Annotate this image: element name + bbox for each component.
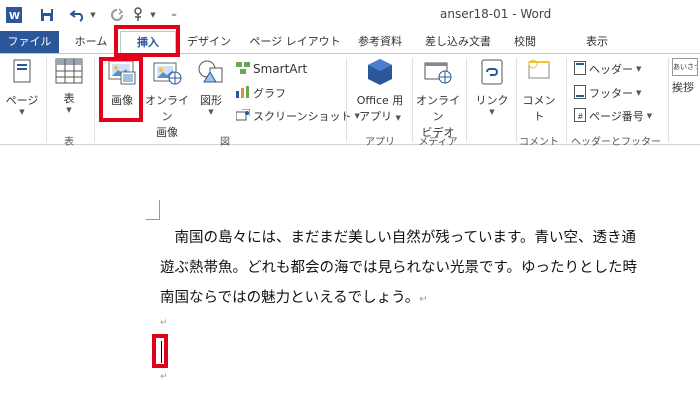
redo-icon[interactable] — [108, 6, 126, 24]
svg-text:#: # — [577, 112, 584, 121]
table-dropdown-icon: ▼ — [66, 106, 72, 114]
page-number-icon: # — [574, 107, 586, 125]
online-pictures-button[interactable]: オンライン 画像 — [144, 58, 190, 140]
tab-references[interactable]: 参考資料 — [352, 31, 408, 53]
tab-review[interactable]: 校閲 — [506, 31, 544, 53]
document-area[interactable]: 南国の島々には、まだまだ美しい自然が残っています。青い空、透き通 遊ぶ熱帯魚。ど… — [0, 146, 700, 409]
greeting-button[interactable]: あいさつ 挨拶 — [672, 58, 700, 95]
trailing-paragraph-mark: ↵ — [160, 372, 168, 382]
body-line-3-text: 南国ならではの魅力といえるでしょう。 — [160, 290, 420, 306]
greeting-thumb: あいさつ — [672, 58, 698, 76]
office-store-icon — [352, 58, 408, 89]
header-icon — [574, 60, 586, 78]
undo-dropdown-icon[interactable]: ▼ — [88, 6, 98, 24]
pages-label: ページ — [5, 94, 39, 107]
table-icon — [50, 58, 88, 87]
page-number-button[interactable]: # ページ番号 ▼ — [574, 107, 652, 125]
touch-mode-icon[interactable] — [130, 6, 148, 24]
smartart-icon — [236, 61, 250, 77]
smartart-button[interactable]: SmartArt — [236, 60, 307, 78]
header-dropdown-icon: ▼ — [636, 65, 642, 73]
table-label: 表 — [63, 92, 75, 105]
online-pictures-label-1: オンライン — [145, 94, 189, 123]
group-separator — [668, 58, 669, 142]
customize-qat-icon[interactable]: ═ — [168, 6, 180, 24]
page-number-dropdown-icon: ▼ — [646, 112, 653, 120]
smartart-label: SmartArt — [253, 62, 308, 76]
footer-label: フッター — [589, 87, 633, 100]
group-separator — [94, 58, 95, 142]
ribbon-tab-bar: ファイル ホーム 挿入 デザイン ページ レイアウト 参考資料 差し込み文書 校… — [0, 31, 700, 54]
tab-file[interactable]: ファイル — [0, 31, 59, 53]
ribbon-insert: ページ ▼ 表 ▼ 表 画像 オンライン 画像 図形 ▼ SmartArt グラ… — [0, 53, 700, 148]
screenshot-button[interactable]: スクリーンショット ▼ — [235, 107, 360, 125]
greeting-label: 挨拶 — [672, 81, 694, 94]
online-video-icon — [414, 58, 462, 89]
body-line-3: 南国ならではの魅力といえるでしょう。↵ — [160, 288, 428, 310]
link-dropdown-icon: ▼ — [489, 108, 495, 116]
online-video-label-1: オンライン — [416, 94, 460, 123]
word-app-icon[interactable]: W — [6, 6, 22, 24]
touch-dropdown-icon[interactable]: ▼ — [148, 6, 158, 24]
shapes-icon — [194, 58, 228, 89]
group-separator — [466, 58, 467, 142]
chart-icon — [236, 85, 250, 101]
title-bar: W ▼ ▼ ═ anser18-01 - Word — [0, 0, 700, 31]
office-apps-label-2: アプリ ▼ — [359, 110, 401, 123]
shapes-label: 図形 — [200, 94, 222, 107]
link-label: リンク — [475, 94, 509, 107]
document-title: anser18-01 - Word — [440, 7, 552, 21]
group-separator — [412, 58, 413, 142]
screenshot-icon — [235, 108, 251, 124]
group-separator — [516, 58, 517, 142]
svg-text:W: W — [9, 11, 20, 22]
tab-page-layout[interactable]: ページ レイアウト — [248, 31, 342, 53]
chart-label: グラフ — [253, 87, 286, 100]
tab-home[interactable]: ホーム — [66, 31, 116, 53]
comment-icon — [518, 58, 560, 89]
office-apps-label-1: Office 用 — [356, 94, 404, 107]
footer-dropdown-icon: ▼ — [636, 89, 642, 97]
highlight-picture-button — [99, 57, 143, 122]
page-icon — [4, 58, 40, 89]
paragraph-mark: ↵ — [419, 294, 428, 305]
comment-button[interactable]: コメント — [518, 58, 560, 124]
tab-view[interactable]: 表示 — [578, 31, 616, 53]
online-video-button[interactable]: オンライン ビデオ — [414, 58, 462, 140]
group-separator — [566, 58, 567, 142]
empty-paragraph-mark: ↵ — [160, 318, 168, 328]
highlight-insert-tab — [114, 25, 180, 57]
page-margin-corner — [146, 200, 160, 220]
footer-icon — [574, 84, 586, 102]
office-apps-button[interactable]: Office 用 アプリ ▼ — [352, 58, 408, 124]
shapes-dropdown-icon: ▼ — [208, 108, 214, 116]
shapes-button[interactable]: 図形 ▼ — [194, 58, 228, 116]
online-picture-icon — [144, 58, 190, 89]
pages-dropdown-icon: ▼ — [19, 108, 25, 116]
tab-mailings[interactable]: 差し込み文書 — [418, 31, 498, 53]
table-button[interactable]: 表 ▼ — [50, 58, 88, 114]
body-line-1: 南国の島々には、まだまだ美しい自然が残っています。青い空、透き通 — [160, 230, 637, 246]
pages-button[interactable]: ページ ▼ — [4, 58, 40, 116]
page-number-label: ページ番号 — [589, 110, 644, 123]
screenshot-label: スクリーンショット — [253, 110, 352, 123]
tab-design[interactable]: デザイン — [180, 31, 238, 53]
highlight-cursor — [152, 334, 168, 368]
body-line-2: 遊ぶ熱帯魚。どれも都会の海では見られない光景です。ゆったりとした時 — [160, 260, 638, 276]
link-icon — [472, 58, 512, 89]
chart-button[interactable]: グラフ — [236, 84, 286, 102]
header-label: ヘッダー — [589, 63, 633, 76]
comment-label: コメント — [522, 94, 556, 123]
group-separator — [46, 58, 47, 142]
link-button[interactable]: リンク ▼ — [472, 58, 512, 116]
undo-icon[interactable] — [68, 6, 88, 24]
group-separator — [346, 58, 347, 142]
header-button[interactable]: ヘッダー ▼ — [574, 60, 641, 78]
save-icon[interactable] — [38, 6, 56, 24]
footer-button[interactable]: フッター ▼ — [574, 84, 641, 102]
